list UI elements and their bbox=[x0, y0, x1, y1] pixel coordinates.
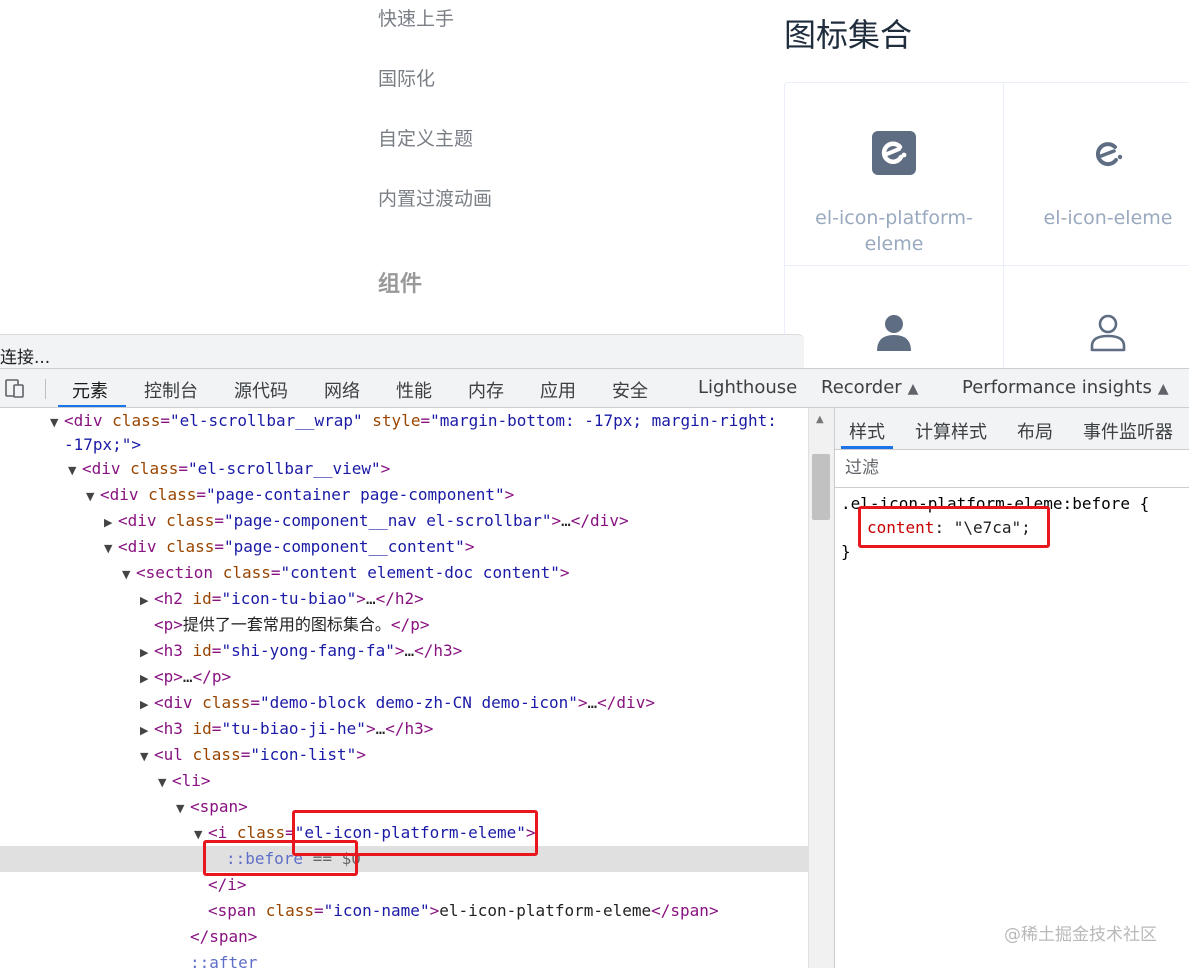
styles-filter-input[interactable] bbox=[835, 450, 1189, 486]
collapse-triangle-icon[interactable]: ▶ bbox=[104, 510, 118, 536]
dom-node-row[interactable]: </i> bbox=[0, 872, 808, 898]
expand-triangle-icon[interactable]: ▼ bbox=[194, 822, 208, 848]
page-title: 图标集合 bbox=[784, 16, 913, 54]
tab-performance-insights-label: Performance insights bbox=[962, 377, 1152, 398]
dom-node-row[interactable]: ▼ <section class="content element-doc con… bbox=[0, 560, 808, 586]
dom-node-row-cont: -17px;"> bbox=[64, 435, 142, 454]
expand-triangle-icon[interactable]: ▼ bbox=[104, 536, 118, 562]
icon-item[interactable]: el-icon-eleme bbox=[1003, 83, 1189, 266]
dom-node-row[interactable]: <p>提供了一套常用的图标集合。</p> bbox=[0, 612, 808, 638]
tab-styles[interactable]: 样式 bbox=[849, 418, 885, 444]
dom-node-row[interactable]: ▼ <li> bbox=[0, 768, 808, 794]
elements-dom-tree: ▼ <div class="el-scrollbar__wrap" style="… bbox=[0, 408, 808, 968]
styles-tab-bar: 样式 计算样式 布局 事件监听器 bbox=[835, 408, 1189, 450]
icon-name: el-icon-platform- eleme bbox=[815, 207, 973, 255]
icon-list: el-icon-platform- eleme el-icon-eleme bbox=[784, 82, 1189, 448]
dom-node-row[interactable]: ▼ <div class="page-component__content"> bbox=[0, 534, 808, 560]
nav-item-i18n[interactable]: 国际化 bbox=[378, 64, 435, 91]
dom-node-row[interactable]: ▶ <h2 id="icon-tu-biao">…</h2> bbox=[0, 586, 808, 612]
tab-application[interactable]: 应用 bbox=[540, 377, 576, 403]
dom-node-row[interactable]: ▶ <h3 id="tu-biao-ji-he">…</h3> bbox=[0, 716, 808, 742]
icon-item[interactable]: el-icon-platform- eleme bbox=[785, 83, 1004, 266]
dom-node-row[interactable]: ▶ <div class="page-component__nav el-scro… bbox=[0, 508, 808, 534]
experimental-flask-icon: ▲ bbox=[907, 381, 919, 397]
device-toolbar-icon[interactable] bbox=[4, 377, 26, 399]
expand-triangle-icon[interactable]: ▼ bbox=[68, 458, 82, 484]
element-logo-icon bbox=[1088, 135, 1128, 179]
css-rule-selector[interactable]: .el-icon-platform-eleme:before { bbox=[841, 492, 1149, 516]
active-tab-indicator bbox=[58, 405, 126, 407]
nav-item-transitions[interactable]: 内置过渡动画 bbox=[378, 184, 492, 211]
collapse-triangle-icon[interactable]: ▶ bbox=[140, 666, 154, 692]
tab-console[interactable]: 控制台 bbox=[144, 377, 198, 403]
css-rule-close: } bbox=[841, 542, 851, 561]
dom-node-row[interactable]: ▼ <ul class="icon-list"> bbox=[0, 742, 808, 768]
styles-pane: 样式 计算样式 布局 事件监听器 .el-icon-platform-eleme… bbox=[834, 408, 1189, 968]
tab-elements[interactable]: 元素 bbox=[72, 377, 108, 403]
experimental-flask-icon: ▲ bbox=[1157, 381, 1169, 397]
dom-node-row[interactable]: ▶ <div class="demo-block demo-zh-CN demo-… bbox=[0, 690, 808, 716]
tab-computed[interactable]: 计算样式 bbox=[915, 418, 987, 444]
connection-status: 连接... bbox=[0, 348, 51, 368]
tab-security[interactable]: 安全 bbox=[612, 377, 648, 403]
tab-separator bbox=[45, 379, 46, 399]
nav-group-components: 组件 bbox=[378, 272, 423, 297]
tab-layout[interactable]: 布局 bbox=[1017, 418, 1053, 444]
docs-page: 快速上手 国际化 自定义主题 内置过渡动画 组件 图标集合 el-icon-pl… bbox=[0, 0, 1189, 448]
scroll-up-arrow-icon[interactable]: ▲ bbox=[816, 414, 824, 425]
tab-recorder[interactable]: Recorder ▲ bbox=[821, 377, 918, 398]
dom-node-row[interactable]: ▶ <p>…</p> bbox=[0, 664, 808, 690]
devtools-tab-bar: 元素 控制台 源代码 网络 性能 内存 应用 安全 Lighthouse Rec… bbox=[0, 368, 1189, 408]
element-platform-logo-icon bbox=[872, 131, 916, 179]
dom-node-row[interactable]: ▼ <span> bbox=[0, 794, 808, 820]
tab-recorder-label: Recorder bbox=[821, 377, 902, 398]
css-declaration[interactable]: content: "\e7ca"; bbox=[867, 516, 1031, 540]
tab-performance[interactable]: 性能 bbox=[396, 377, 432, 403]
tab-network[interactable]: 网络 bbox=[324, 377, 360, 403]
dom-node-row[interactable]: ▼ <div class="el-scrollbar__wrap" style="… bbox=[0, 408, 808, 434]
dom-node-row[interactable]: ▼ <div class="page-container page-compone… bbox=[0, 482, 808, 508]
expand-triangle-icon[interactable]: ▼ bbox=[86, 484, 100, 510]
watermark: @稀土掘金技术社区 bbox=[1004, 925, 1157, 945]
tab-performance-insights[interactable]: Performance insights ▲ bbox=[962, 377, 1169, 398]
expand-triangle-icon[interactable]: ▼ bbox=[158, 770, 172, 796]
dom-node-row[interactable]: ::after bbox=[0, 950, 808, 968]
dom-node-row[interactable]: ▶ <h3 id="shi-yong-fang-fa">…</h3> bbox=[0, 638, 808, 664]
dom-node-row-selected[interactable]: ::before == $0 bbox=[0, 846, 808, 872]
dom-node-row[interactable]: <span class="icon-name">el-icon-platform… bbox=[0, 898, 808, 924]
tab-sources[interactable]: 源代码 bbox=[234, 377, 288, 403]
styles-filter-row bbox=[835, 450, 1189, 488]
user-outline-icon bbox=[1088, 313, 1128, 357]
nav-item-quickstart[interactable]: 快速上手 bbox=[378, 4, 454, 31]
user-solid-icon bbox=[874, 313, 914, 357]
icon-name: el-icon-eleme bbox=[1043, 207, 1173, 229]
expand-triangle-icon[interactable]: ▼ bbox=[140, 744, 154, 770]
scrollbar-thumb[interactable] bbox=[812, 454, 830, 520]
collapse-triangle-icon[interactable]: ▶ bbox=[140, 718, 154, 744]
nav-item-custom-theme[interactable]: 自定义主题 bbox=[378, 124, 473, 151]
dom-node-row[interactable]: ▼ <div class="el-scrollbar__view"> bbox=[0, 456, 808, 482]
tab-memory[interactable]: 内存 bbox=[468, 377, 504, 403]
tab-lighthouse[interactable]: Lighthouse bbox=[698, 377, 797, 398]
expand-triangle-icon[interactable]: ▼ bbox=[176, 796, 190, 822]
connection-status-bar: 连接... bbox=[0, 334, 804, 369]
elements-scrollbar[interactable]: ▲ bbox=[808, 408, 834, 968]
collapse-triangle-icon[interactable]: ▶ bbox=[140, 588, 154, 614]
dom-node-row[interactable]: </span> bbox=[0, 924, 808, 950]
active-tab-indicator bbox=[841, 446, 893, 449]
tab-event-listeners[interactable]: 事件监听器 bbox=[1083, 418, 1173, 444]
collapse-triangle-icon[interactable]: ▶ bbox=[140, 692, 154, 718]
collapse-triangle-icon[interactable]: ▶ bbox=[140, 640, 154, 666]
expand-triangle-icon[interactable]: ▼ bbox=[122, 562, 136, 588]
dom-node-row[interactable]: ▼ <i class="el-icon-platform-eleme"> bbox=[0, 820, 808, 846]
